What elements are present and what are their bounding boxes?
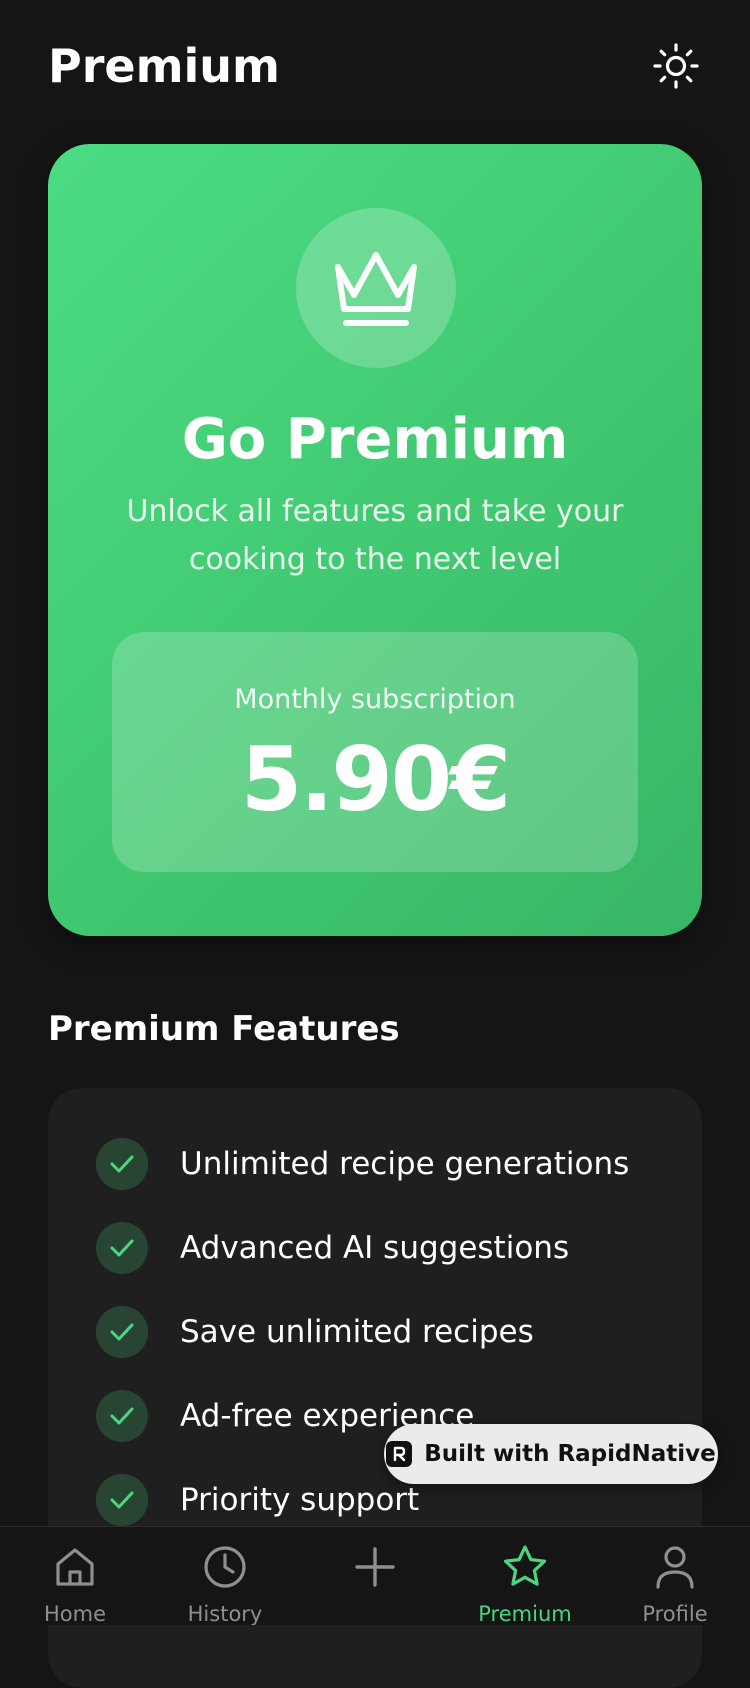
check-icon: [96, 1390, 148, 1442]
user-icon: [651, 1543, 699, 1591]
feature-text: Priority support: [180, 1482, 420, 1518]
theme-toggle-button[interactable]: [650, 40, 702, 92]
subscription-price-box[interactable]: Monthly subscription 5.90€: [112, 632, 638, 872]
badge-text: Built with RapidNative: [424, 1441, 716, 1467]
premium-hero-card: Go Premium Unlock all features and take …: [48, 144, 702, 936]
plus-icon: [351, 1543, 399, 1591]
tab-label: Home: [43, 1602, 106, 1625]
price-label: Monthly subscription: [234, 684, 516, 715]
crown-icon: [335, 252, 417, 326]
clock-icon: [201, 1543, 249, 1591]
feature-text: Advanced AI suggestions: [180, 1230, 570, 1266]
check-icon: [96, 1306, 148, 1358]
built-with-badge[interactable]: Built with RapidNative: [384, 1424, 718, 1484]
tab-history[interactable]: History: [150, 1527, 300, 1625]
tab-label: Profile: [642, 1602, 708, 1625]
hero-subtitle: Unlock all features and take your cookin…: [126, 494, 624, 577]
feature-text: Unlimited recipe generations: [180, 1146, 630, 1182]
page-title: Premium: [48, 39, 280, 93]
price-value: 5.90€: [240, 728, 511, 831]
tab-create[interactable]: [300, 1527, 450, 1625]
features-heading: Premium Features: [48, 1009, 400, 1049]
crown-badge: [296, 208, 456, 368]
check-icon: [96, 1222, 148, 1274]
check-icon: [96, 1138, 148, 1190]
home-icon: [51, 1543, 99, 1591]
tab-profile[interactable]: Profile: [600, 1527, 750, 1625]
star-icon: [501, 1543, 549, 1591]
tab-premium[interactable]: Premium: [450, 1527, 600, 1625]
tab-label: History: [187, 1602, 263, 1625]
feature-item: Advanced AI suggestions: [96, 1220, 676, 1276]
feature-item: Unlimited recipe generations: [96, 1136, 676, 1192]
hero-title: Go Premium: [181, 407, 569, 472]
bottom-tab-bar: Home History Premium Profile: [0, 1526, 750, 1625]
tab-label: Premium: [478, 1602, 572, 1625]
sun-icon: [653, 43, 699, 89]
header: Premium: [48, 34, 702, 98]
feature-item: Save unlimited recipes: [96, 1304, 676, 1360]
feature-text: Save unlimited recipes: [180, 1314, 534, 1350]
check-icon: [96, 1474, 148, 1526]
tab-home[interactable]: Home: [0, 1527, 150, 1625]
rapidnative-logo-icon: [386, 1441, 413, 1467]
